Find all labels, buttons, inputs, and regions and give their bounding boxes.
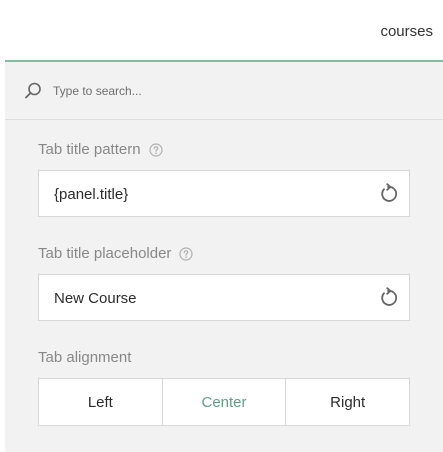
title-pattern-input[interactable] [54, 184, 354, 204]
panel-header: courses [5, 0, 443, 62]
alignment-label: Tab alignment [38, 349, 132, 366]
alignment-center-option[interactable]: Center [163, 379, 287, 425]
alignment-label-row: Tab alignment [38, 349, 131, 366]
alignment-right-option[interactable]: Right [286, 379, 409, 425]
settings-panel: courses Tab title pattern Tab title plac… [5, 0, 443, 452]
search-input[interactable] [53, 80, 423, 102]
help-icon[interactable] [179, 246, 194, 261]
title-placeholder-input[interactable] [54, 288, 354, 308]
alignment-left-option[interactable]: Left [39, 379, 163, 425]
title-pattern-label-row: Tab title pattern [38, 141, 163, 158]
title-pattern-field [38, 170, 410, 217]
search-icon [25, 82, 41, 99]
title-placeholder-label: Tab title placeholder [38, 245, 172, 262]
title-placeholder-field [38, 274, 410, 321]
alignment-segmented-control: Left Center Right [38, 378, 410, 426]
reset-icon[interactable] [377, 183, 399, 205]
panel-title: courses [380, 23, 433, 40]
reset-icon[interactable] [377, 287, 399, 309]
title-pattern-label: Tab title pattern [38, 141, 141, 158]
help-icon[interactable] [148, 142, 163, 157]
search-bar [5, 62, 443, 120]
title-placeholder-label-row: Tab title placeholder [38, 245, 194, 262]
